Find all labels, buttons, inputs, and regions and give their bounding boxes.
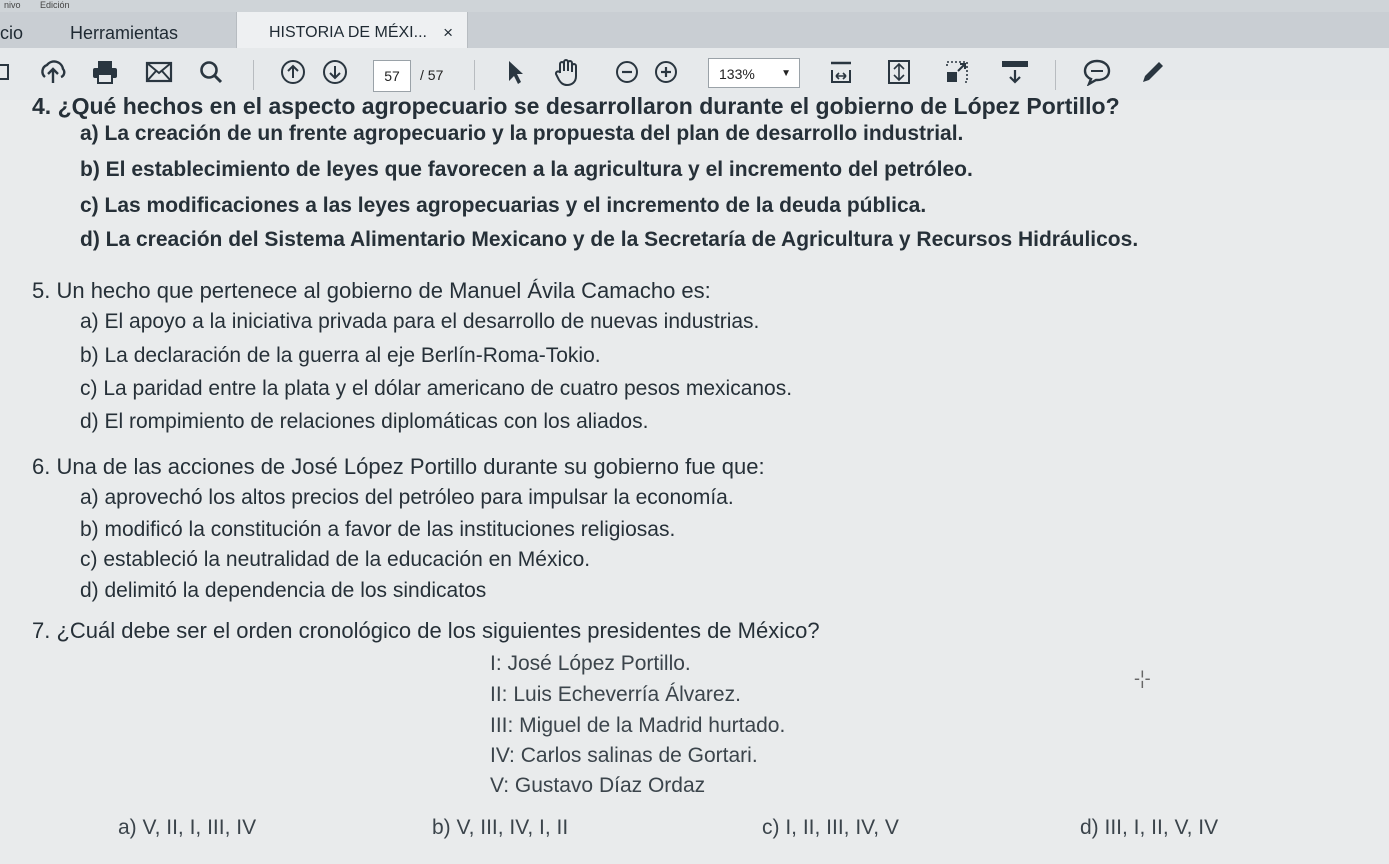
question-7-stem: 7. ¿Cuál debe ser el orden cronológico d…	[32, 618, 820, 643]
president-item-1: I: José López Portillo.	[490, 652, 691, 675]
menu-item-edit[interactable]: Edición	[40, 0, 70, 10]
chevron-down-icon: ▼	[781, 68, 791, 79]
president-item-2: II: Luis Echeverría Álvarez.	[490, 683, 741, 706]
question-5-option-a: a) El apoyo a la iniciativa privada para…	[80, 310, 760, 333]
zoom-in-icon[interactable]	[651, 56, 681, 88]
question-4-option-c: c) Las modificaciones a las leyes agrope…	[80, 194, 927, 217]
tab-inicio[interactable]: icio	[0, 12, 56, 48]
select-arrow-icon[interactable]	[500, 56, 530, 88]
comment-icon[interactable]	[1082, 56, 1112, 88]
page-total-label: / 57	[420, 67, 444, 83]
question-6-option-d: d) delimitó la dependencia de los sindic…	[80, 579, 487, 602]
sidebar-icon[interactable]	[0, 56, 18, 88]
fullscreen-icon[interactable]	[942, 56, 972, 88]
scroll-icon[interactable]	[1000, 56, 1030, 88]
president-item-5: V: Gustavo Díaz Ordaz	[490, 774, 706, 797]
page-number-input[interactable]: 57	[373, 60, 411, 92]
fit-page-icon[interactable]	[884, 56, 914, 88]
question-6-option-a: a) aprovechó los altos precios del petró…	[80, 486, 734, 509]
question-6-option-c: c) estableció la neutralidad de la educa…	[80, 548, 591, 571]
search-icon[interactable]	[196, 56, 226, 88]
document-page[interactable]: 4. ¿Qué hechos en el aspecto agropecuari…	[0, 93, 1389, 864]
question-4-option-d: d) La creación del Sistema Alimentario M…	[80, 228, 1139, 251]
question-5-option-b: b) La declaración de la guerra al eje Be…	[80, 344, 601, 367]
question-7-option-a: a) V, II, I, III, IV	[118, 816, 257, 839]
menu-item-left[interactable]: nivo	[4, 0, 21, 10]
upload-icon[interactable]	[38, 56, 68, 88]
tab-bar: icio Herramientas HISTORIA DE MÉXI... ×	[0, 12, 1389, 49]
question-5-option-d: d) El rompimiento de relaciones diplomát…	[80, 410, 649, 433]
question-4-option-b: b) El establecimiento de leyes que favor…	[80, 158, 973, 181]
zoom-select[interactable]: 133% ▼	[708, 58, 800, 88]
question-4-option-a: a) La creación de un frente agropecuario…	[80, 122, 964, 145]
tab-document-title: HISTORIA DE MÉXI...	[269, 24, 427, 41]
pen-icon[interactable]	[1138, 56, 1168, 88]
tab-document[interactable]: HISTORIA DE MÉXI... ×	[236, 12, 468, 48]
question-6-option-b: b) modificó la constitución a favor de l…	[80, 518, 676, 541]
question-4-stem: 4. ¿Qué hechos en el aspecto agropecuari…	[32, 93, 1120, 119]
crosshair-cursor-icon: -¦-	[1134, 668, 1151, 688]
email-icon[interactable]	[144, 56, 174, 88]
tab-herramientas[interactable]: Herramientas	[70, 12, 235, 48]
menu-bar: nivo Edición	[0, 0, 1389, 12]
president-item-4: IV: Carlos salinas de Gortari.	[490, 744, 758, 767]
question-7-option-c: c) I, II, III, IV, V	[762, 816, 899, 839]
question-7-option-d: d) III, I, II, V, IV	[1080, 816, 1219, 839]
page-down-icon[interactable]	[320, 56, 350, 88]
hand-icon[interactable]	[552, 56, 582, 88]
president-item-3: III: Miguel de la Madrid hurtado.	[490, 714, 786, 737]
question-6-stem: 6. Una de las acciones de José López Por…	[32, 454, 765, 479]
question-7-option-b: b) V, III, IV, I, II	[432, 816, 569, 839]
question-5-stem: 5. Un hecho que pertenece al gobierno de…	[32, 278, 711, 303]
zoom-value: 133%	[719, 66, 755, 82]
fit-width-icon[interactable]	[826, 56, 856, 88]
page-up-icon[interactable]	[278, 56, 308, 88]
question-5-option-c: c) La paridad entre la plata y el dólar …	[80, 377, 793, 400]
print-icon[interactable]	[90, 56, 120, 88]
zoom-out-icon[interactable]	[612, 56, 642, 88]
